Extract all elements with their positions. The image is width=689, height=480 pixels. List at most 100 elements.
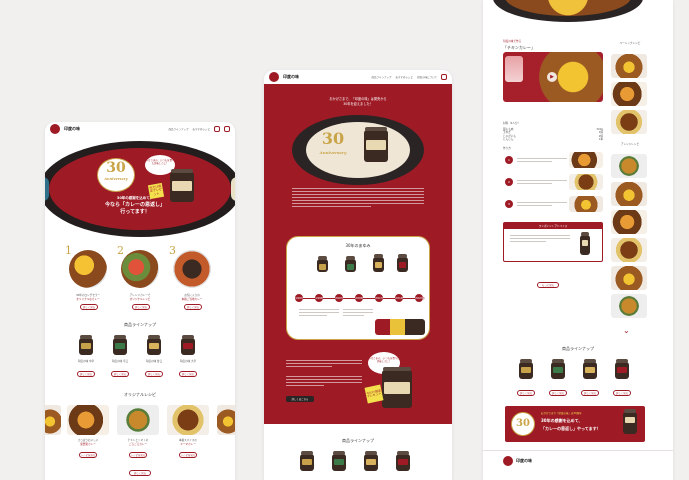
timeline-package-image [375, 319, 425, 335]
sidebar-basic-title: ベーシックレシピ [619, 42, 641, 45]
ingredients-title: 材料（4人分） [503, 122, 521, 125]
nav-item-lineup[interactable]: 商品ラインナップ [168, 127, 188, 131]
hero-pot-handle-left [45, 177, 49, 201]
recipe-button[interactable]: レシピを見る [129, 452, 147, 458]
product-jar-3[interactable] [364, 451, 378, 471]
brand-logo[interactable] [269, 72, 279, 82]
menu-icon[interactable] [214, 126, 220, 132]
recipe-image[interactable] [67, 405, 109, 435]
center-lower-text [286, 360, 362, 369]
step-dot-1: 1 [505, 156, 513, 164]
center-cta-button[interactable]: 詳しくはこちら [286, 396, 314, 402]
recipe-label: 印度の味で作る [503, 40, 522, 43]
recipe-button[interactable]: レシピを見る [79, 452, 97, 458]
product-button[interactable]: 詳しく見る [145, 371, 163, 377]
sidebar-recipe[interactable] [611, 238, 647, 262]
sidebar-recipe[interactable] [611, 294, 647, 318]
nav-item-about[interactable]: 印度の味について [417, 75, 437, 79]
step-image-2 [569, 174, 603, 190]
sidebar-recipe[interactable] [611, 266, 647, 290]
sidebar-recipe[interactable] [611, 110, 647, 134]
product-jar-2[interactable] [551, 359, 565, 379]
recipe-image[interactable] [45, 405, 61, 435]
product-button[interactable]: 詳しく見る [111, 371, 129, 377]
lineup-title: 商品ラインナップ [124, 322, 156, 327]
hero-headline: 30年の感謝を込めて、 今なら「カレーの恩返し」 行ってます！ [104, 196, 165, 215]
timeline-year: 2008 [355, 294, 363, 302]
sidebar-down-icon[interactable]: ⌄ [623, 326, 630, 335]
anniversary-number: 30 [321, 129, 345, 148]
timeline-next-icon[interactable]: › [423, 295, 425, 302]
product-button[interactable]: 詳しく見る [179, 371, 197, 377]
nav-item-recipe[interactable]: おすすめレシピ [192, 127, 210, 131]
brand-logo[interactable] [50, 124, 60, 134]
banner-pre: おかげさまで「印度の味」は30周年 [541, 412, 582, 415]
menu-icon[interactable] [441, 74, 447, 80]
product-button[interactable]: 詳しく見る [549, 390, 567, 396]
product-jar-4[interactable] [615, 359, 629, 379]
timeline-jar-4 [397, 254, 408, 272]
nav-item-recipe[interactable]: おすすめレシピ [396, 75, 414, 79]
right-more-button[interactable]: もっと見る [537, 282, 559, 288]
product-button[interactable]: 詳しく見る [581, 390, 599, 396]
recipe-image[interactable] [217, 405, 235, 435]
footer-logo[interactable]: 印度の味 [503, 456, 532, 466]
recipe-card-title: 本格スパイスの [178, 439, 198, 442]
product-name: 印度の味 辛口 [111, 360, 129, 363]
product-jar-2[interactable] [332, 451, 346, 471]
recipe-more-button[interactable]: 詳しく見る [129, 470, 151, 476]
recipe-button[interactable]: レシピを見る [179, 452, 197, 458]
product-button[interactable]: 詳しく見る [77, 371, 95, 377]
step-image-1 [569, 152, 603, 168]
product-button[interactable]: 詳しく見る [517, 390, 535, 396]
hero-pot-inner [49, 148, 231, 230]
sidebar-recipe[interactable] [611, 154, 647, 178]
step-more-button[interactable]: 詳しく見る [184, 304, 202, 310]
step-image [121, 250, 159, 288]
timeline-jar-3 [373, 254, 384, 272]
step-more-button[interactable]: 詳しく見る [132, 304, 150, 310]
step-dot-2: 2 [505, 178, 513, 186]
product-name: 印度の味 中辛 [77, 360, 95, 363]
anniversary-banner[interactable]: 30 おかげさまで「印度の味」は30周年 30年の感謝を込めて、 「カレーの恩返… [505, 406, 645, 442]
product-jar-1[interactable] [79, 335, 93, 355]
nav-item-lineup[interactable]: 商品ラインナップ [372, 75, 392, 79]
sidebar-recipe[interactable] [611, 82, 647, 106]
step-sub: 本格ご当地カレー [181, 298, 203, 301]
sidebar-recipe[interactable] [611, 54, 647, 78]
step-more-button[interactable]: 詳しく見る [80, 304, 98, 310]
product-jar-3[interactable] [583, 359, 597, 379]
step-label: 30年のロングセラー [75, 294, 101, 297]
cart-icon[interactable] [224, 126, 230, 132]
sidebar-recipe[interactable] [611, 182, 647, 206]
product-name: 印度の味 大辛 [179, 360, 197, 363]
recipe-image[interactable] [167, 405, 209, 435]
timeline-card: 30年のあゆみ 1993 1998 2003 2008 2013 2018 20… [286, 236, 430, 340]
product-jar-4[interactable] [396, 451, 410, 471]
anniversary-badge: 30 Anniversary [97, 158, 135, 192]
step-dot-3: 3 [505, 200, 513, 208]
center-body-text [292, 188, 424, 209]
ingredients-list: 鶏もも肉 300g 玉ねぎ 1個 じゃがいも 2個 にんじん 1本 [503, 128, 603, 142]
timeline-description [343, 309, 373, 318]
sidebar-recipe[interactable] [611, 210, 647, 234]
product-jar-4[interactable] [181, 335, 195, 355]
center-product-jar [382, 367, 412, 408]
product-jar-1[interactable] [300, 451, 314, 471]
step-text-1 [517, 158, 567, 164]
product-button[interactable]: 詳しく見る [613, 390, 631, 396]
left-page-preview: 印度の味 商品ラインナップ おすすめレシピ 30 Anniversary みなさ… [45, 122, 235, 480]
tip-title: ワンポイントアドバイス [504, 223, 602, 229]
anniversary-word: Anniversary [104, 177, 128, 181]
play-icon[interactable]: ▶ [547, 72, 557, 82]
timeline-jar-2 [345, 256, 356, 272]
step-text-3 [517, 202, 567, 208]
timeline-year: 1998 [315, 294, 323, 302]
hero-pot-handle-right [231, 177, 235, 201]
product-jar-1[interactable] [519, 359, 533, 379]
recipe-image[interactable] [117, 405, 159, 435]
anniversary-word: Anniversary [319, 150, 347, 155]
center-intro: おかげさまで、「印度の味」は発売から 30年を迎えました！ [329, 97, 387, 106]
product-jar-2[interactable] [113, 335, 127, 355]
product-jar-3[interactable] [147, 335, 161, 355]
